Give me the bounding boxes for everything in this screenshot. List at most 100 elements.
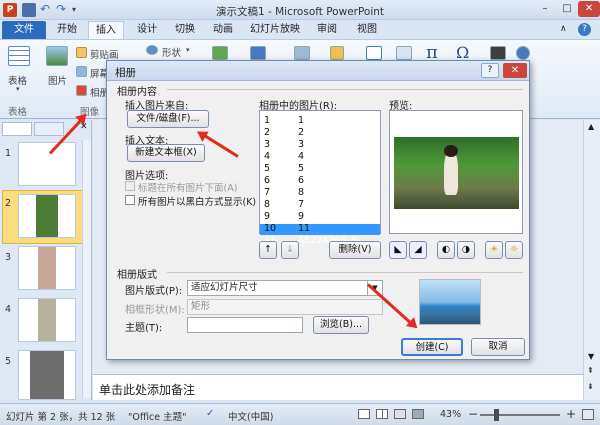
slides-tab[interactable] xyxy=(2,122,32,136)
video-icon[interactable] xyxy=(490,46,506,60)
spellcheck-icon[interactable]: ✓ xyxy=(206,408,214,419)
zoom-out-button[interactable]: − xyxy=(468,407,478,421)
close-window-button[interactable]: ✕ xyxy=(578,1,600,17)
list-row-name[interactable]: 11 xyxy=(298,223,357,235)
black-white-checkbox[interactable] xyxy=(125,195,135,205)
maximize-button[interactable]: □ xyxy=(556,1,578,17)
move-up-button[interactable]: ↑ xyxy=(259,241,277,259)
tab-insert[interactable]: 插入 xyxy=(88,21,124,39)
black-white-label[interactable]: 所有图片以黑白方式显示(K) xyxy=(138,194,256,208)
list-row-number[interactable]: 5 xyxy=(264,163,276,175)
screenshot-icon[interactable] xyxy=(76,66,87,77)
tab-slideshow[interactable]: 幻灯片放映 xyxy=(246,21,304,39)
zoom-slider-thumb[interactable] xyxy=(494,409,499,421)
shapes-icon[interactable] xyxy=(146,45,158,55)
slides-scrollbar[interactable] xyxy=(82,140,91,398)
next-slide-icon[interactable]: ⇟ xyxy=(587,382,594,391)
tab-transitions[interactable]: 切换 xyxy=(168,21,202,39)
dialog-close-button[interactable]: ✕ xyxy=(503,63,527,78)
list-row-number[interactable]: 2 xyxy=(264,127,276,139)
scroll-down-icon[interactable]: ▼ xyxy=(588,352,594,361)
zoom-level[interactable]: 43% xyxy=(440,409,461,420)
notes-pane[interactable]: 单击此处添加备注 xyxy=(93,374,583,400)
tab-file[interactable]: 文件 xyxy=(2,21,46,39)
list-row-name[interactable]: 5 xyxy=(298,163,357,175)
sorter-view-icon[interactable] xyxy=(376,409,388,419)
tab-design[interactable]: 设计 xyxy=(130,21,164,39)
frame-shape-select[interactable]: 矩形 xyxy=(187,299,383,315)
brightness-down-button[interactable]: ☼ xyxy=(505,241,523,259)
audio-icon[interactable] xyxy=(516,46,530,60)
action-icon[interactable] xyxy=(330,46,344,60)
clipart-button-label[interactable]: 剪贴画 xyxy=(90,47,119,61)
caption-below-label[interactable]: 标题在所有图片下面(A) xyxy=(138,180,237,194)
list-row-number[interactable]: 4 xyxy=(264,151,276,163)
slide-thumbnail-4[interactable] xyxy=(18,298,76,342)
pictures-list[interactable]: 1234567891011 1234568791145224766_9 xyxy=(259,110,381,246)
delete-button[interactable]: 删除(V) xyxy=(329,241,381,259)
slide-thumbnail-3[interactable] xyxy=(18,246,76,290)
list-row-name[interactable]: 9 xyxy=(298,211,357,223)
zoom-in-button[interactable]: + xyxy=(566,407,576,421)
scroll-up-icon[interactable]: ▲ xyxy=(588,122,594,131)
slideshow-view-icon[interactable] xyxy=(412,409,424,419)
slide-thumbnail-1[interactable] xyxy=(18,142,76,186)
zoom-slider[interactable] xyxy=(480,409,560,421)
shapes-button-label[interactable]: 形状 xyxy=(162,45,181,59)
clipart-icon[interactable] xyxy=(76,47,87,58)
collapse-ribbon-icon[interactable]: ∧ xyxy=(560,24,567,34)
new-textbox-button[interactable]: 新建文本框(X) xyxy=(127,144,205,162)
outline-tab[interactable] xyxy=(34,122,64,136)
cancel-button[interactable]: 取消 xyxy=(471,338,525,356)
minimize-button[interactable]: – xyxy=(534,1,556,17)
contrast-up-button[interactable]: ◐ xyxy=(437,241,455,259)
list-row-name[interactable]: 7 xyxy=(298,199,357,211)
dialog-help-button[interactable]: ? xyxy=(481,63,499,78)
list-row-name[interactable]: 4 xyxy=(298,151,357,163)
list-row-name[interactable]: 6 xyxy=(298,175,357,187)
caption-below-checkbox[interactable] xyxy=(125,181,135,191)
tab-animations[interactable]: 动画 xyxy=(206,21,240,39)
wordart-icon[interactable] xyxy=(396,46,412,60)
vertical-scrollbar[interactable]: ▲ ▼ ⇞ ⇟ xyxy=(583,120,600,400)
list-row-number[interactable]: 7 xyxy=(264,187,276,199)
fit-window-icon[interactable] xyxy=(582,409,594,420)
chart-icon[interactable] xyxy=(250,46,266,60)
list-row-name[interactable]: 2 xyxy=(298,127,357,139)
reading-view-icon[interactable] xyxy=(394,409,406,419)
rotate-left-button[interactable]: ◣ xyxy=(389,241,407,259)
contrast-down-button[interactable]: ◑ xyxy=(457,241,475,259)
photo-album-icon[interactable] xyxy=(76,85,87,96)
shapes-dropdown-icon[interactable]: ▾ xyxy=(186,46,190,54)
tab-home[interactable]: 开始 xyxy=(50,21,84,39)
smartart-icon[interactable] xyxy=(212,46,228,60)
file-disk-button[interactable]: 文件/磁盘(F)... xyxy=(127,110,209,128)
list-row-number[interactable]: 8 xyxy=(264,199,276,211)
previous-slide-icon[interactable]: ⇞ xyxy=(587,366,594,375)
tab-review[interactable]: 审阅 xyxy=(310,21,344,39)
brightness-up-button[interactable]: ☀ xyxy=(485,241,503,259)
rotate-right-button[interactable]: ◢ xyxy=(409,241,427,259)
textbox-icon[interactable] xyxy=(366,46,382,60)
list-row-name[interactable]: 1 xyxy=(298,115,357,127)
list-row-name[interactable]: 8 xyxy=(298,187,357,199)
help-icon[interactable]: ? xyxy=(578,23,591,36)
language[interactable]: 中文(中国) xyxy=(228,409,273,423)
browse-button[interactable]: 浏览(B)... xyxy=(313,316,369,334)
list-row-number[interactable]: 1 xyxy=(264,115,276,127)
slide-thumbnail-2[interactable] xyxy=(18,194,76,238)
slide-thumbnail-5[interactable] xyxy=(18,350,76,400)
list-row-number[interactable]: 3 xyxy=(264,139,276,151)
table-icon[interactable] xyxy=(8,46,30,66)
move-down-button[interactable]: ↓ xyxy=(281,241,299,259)
list-row-number[interactable]: 10 xyxy=(264,223,276,235)
dialog-title-bar[interactable]: 相册 ? ✕ xyxy=(107,61,529,81)
table-dropdown-icon[interactable]: ▾ xyxy=(16,85,20,93)
create-button[interactable]: 创建(C) xyxy=(401,338,463,356)
theme-input[interactable] xyxy=(187,317,303,333)
list-row-number[interactable]: 6 xyxy=(264,175,276,187)
picture-layout-select[interactable]: 适应幻灯片尺寸 xyxy=(187,280,367,296)
picture-icon[interactable] xyxy=(46,46,68,66)
list-row-number[interactable]: 9 xyxy=(264,211,276,223)
picture-button-label[interactable]: 图片 xyxy=(48,73,67,87)
